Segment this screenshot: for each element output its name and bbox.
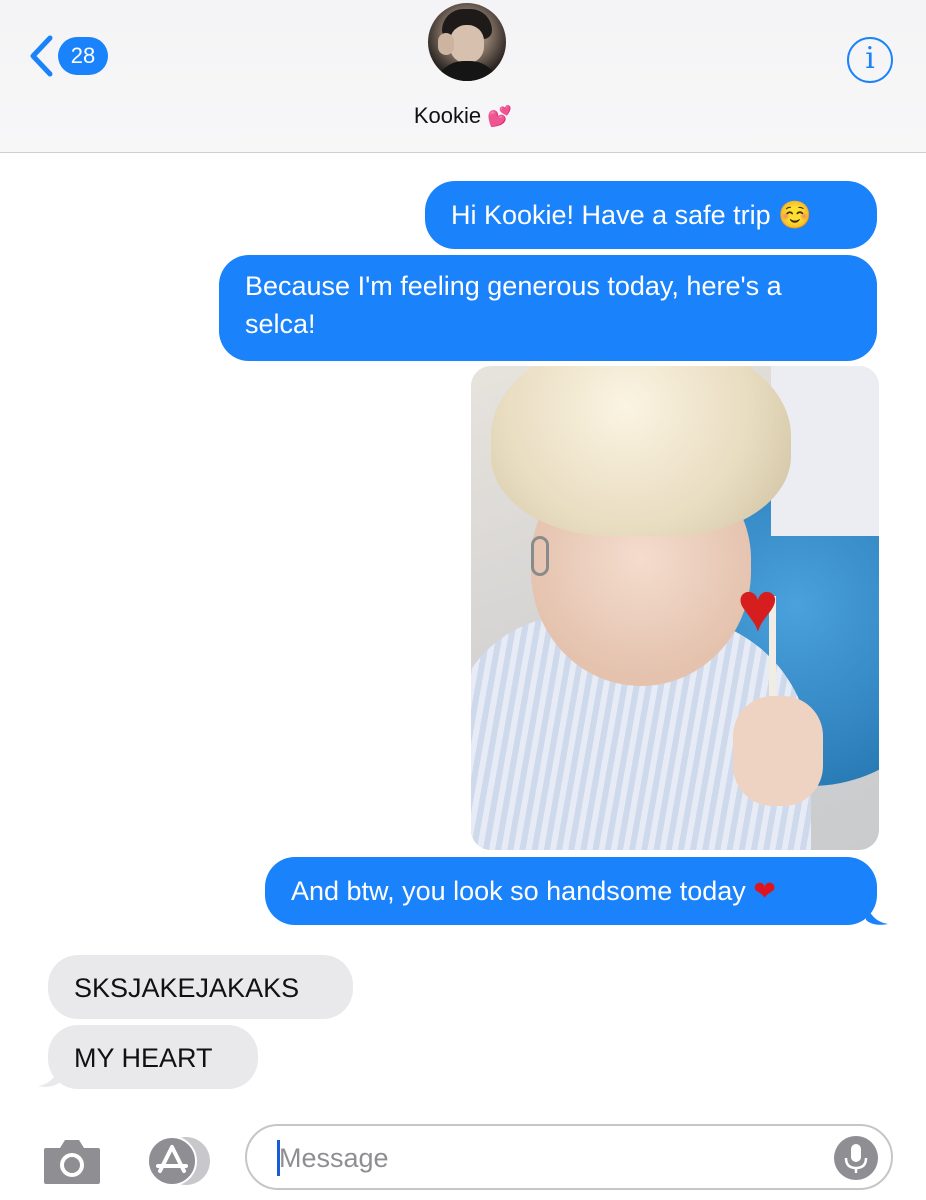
two-hearts-emoji: 💕 xyxy=(487,106,513,128)
outgoing-message[interactable]: And btw, you look so handsome today ❤ xyxy=(265,857,877,925)
outgoing-message[interactable]: Because I'm feeling generous today, here… xyxy=(219,255,877,361)
red-heart-emoji: ❤ xyxy=(753,876,776,906)
message-text: Hi Kookie! Have a safe trip xyxy=(451,200,771,230)
unread-count-badge: 28 xyxy=(58,37,108,75)
message-text: MY HEART xyxy=(74,1043,213,1073)
info-button[interactable]: i xyxy=(847,37,893,83)
message-text: Because I'm feeling generous today, here… xyxy=(245,271,782,339)
back-button[interactable]: 28 xyxy=(28,34,108,78)
conversation-header: 28 Kookie 💕 i xyxy=(0,0,926,153)
camera-button[interactable] xyxy=(42,1136,102,1191)
smiling-emoji: ☺️ xyxy=(778,200,812,230)
outgoing-message[interactable]: Hi Kookie! Have a safe trip ☺️ xyxy=(425,181,877,249)
message-text: And btw, you look so handsome today xyxy=(291,876,746,906)
bubble-tail xyxy=(866,900,888,925)
dictation-button[interactable] xyxy=(834,1136,878,1180)
microphone-icon xyxy=(834,1144,878,1184)
incoming-message[interactable]: MY HEART xyxy=(48,1025,258,1089)
message-field[interactable] xyxy=(245,1124,893,1190)
message-text: SKSJAKEJAKAKS xyxy=(74,973,300,1003)
info-icon: i xyxy=(865,41,875,76)
incoming-message[interactable]: SKSJAKEJAKAKS xyxy=(48,955,353,1019)
message-input[interactable] xyxy=(279,1140,819,1176)
contact-name-label: Kookie xyxy=(413,103,482,128)
chevron-left-icon xyxy=(28,34,54,78)
contact-name[interactable]: Kookie 💕 xyxy=(0,103,926,129)
app-store-button[interactable] xyxy=(142,1136,214,1191)
camera-icon xyxy=(42,1140,102,1190)
photo-attachment[interactable]: ♥ xyxy=(471,366,879,850)
bubble-tail xyxy=(38,1062,60,1087)
contact-avatar[interactable] xyxy=(428,3,506,81)
app-store-icon xyxy=(142,1136,214,1190)
